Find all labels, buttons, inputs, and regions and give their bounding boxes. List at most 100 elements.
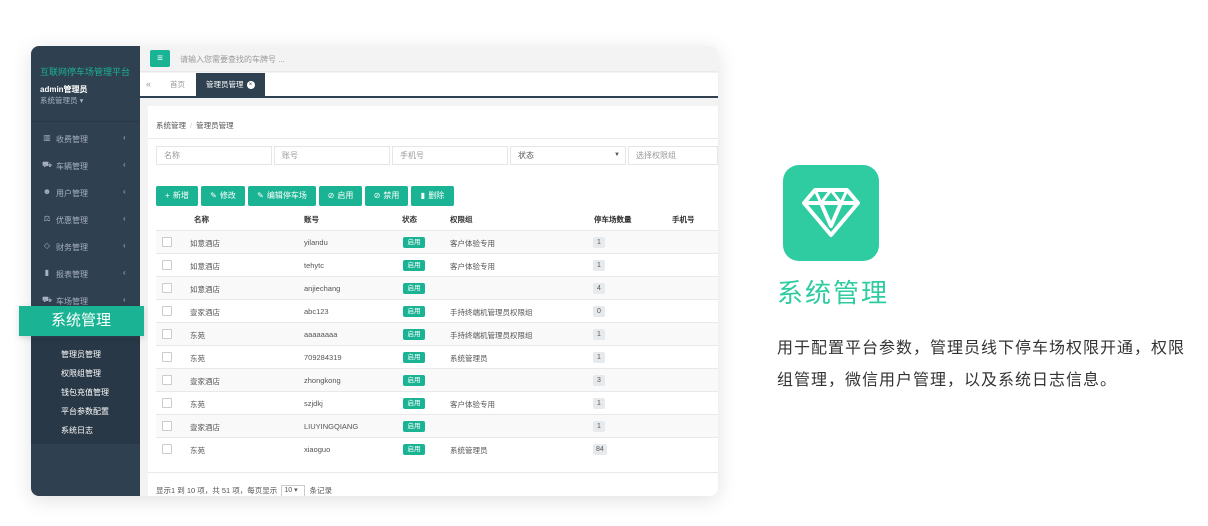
hamburger-menu-button[interactable]: ≡ (150, 50, 170, 67)
table-row[interactable]: 东苑 xiaoguo 启用 系统管理员 84 (156, 437, 718, 460)
column-header-lot-count[interactable]: 停车场数量 (594, 214, 632, 225)
column-header-permission-group[interactable]: 权限组 (450, 214, 473, 225)
lot-count-badge: 1 (593, 398, 605, 409)
table-row[interactable]: 如意酒店 anjiechang 启用 4 (156, 276, 718, 299)
sidebar-item-vehicles[interactable]: ⛟ 车辆管理 ‹ (31, 152, 140, 179)
sidebar-item-label: 优惠管理 (56, 216, 88, 225)
cell-group: 系统管理员 (450, 354, 488, 363)
edit-parking-lot-button[interactable]: ✎ 编辑停车场 (248, 186, 316, 206)
brand-title: 互联网停车场管理平台 (40, 67, 131, 77)
breadcrumb-separator: / (190, 121, 193, 130)
table-row[interactable]: 壹家酒店 abc123 启用 手持终端机管理员权限组 0 (156, 299, 718, 322)
cell-account: szjdkj (304, 399, 323, 408)
sidebar-item-label: 车辆管理 (56, 162, 88, 171)
user-role-dropdown[interactable]: 系统管理员 ▾ (40, 95, 83, 106)
status-badge: 启用 (403, 306, 425, 317)
cell-name: 如意酒店 (190, 262, 220, 271)
sidebar-item-finance[interactable]: ◇ 财务管理 ‹ (31, 233, 140, 260)
row-checkbox[interactable] (162, 329, 172, 339)
column-header-name[interactable]: 名称 (194, 214, 209, 225)
lot-count-badge: 1 (593, 260, 605, 271)
table-row[interactable]: 如意酒店 tehytc 启用 客户体验专用 1 (156, 253, 718, 276)
tab-home[interactable]: 首页 (160, 73, 195, 96)
pagination-info: 显示1 到 10 项，共 51 项，每页显示 10 ▾ 条记录 (156, 485, 332, 496)
bar-chart-icon: ▮ (44, 268, 50, 277)
status-badge: 启用 (403, 237, 425, 248)
edit-button[interactable]: ✎ 修改 (201, 186, 245, 206)
cell-name: 东苑 (190, 400, 205, 409)
promo-description: 用于配置平台参数，管理员线下停车场权限开通，权限组管理，微信用户管理，以及系统日… (777, 340, 1186, 389)
table-row[interactable]: 如意酒店 yilandu 启用 客户体验专用 1 (156, 230, 718, 253)
row-checkbox[interactable] (162, 283, 172, 293)
delete-button[interactable]: ▮ 删除 (411, 186, 454, 206)
table-row[interactable]: 东苑 aaaaaaaa 启用 手持终端机管理员权限组 1 (156, 322, 718, 345)
cell-name: 如意酒店 (190, 285, 220, 294)
cell-group: 手持终端机管理员权限组 (450, 331, 533, 340)
sidebar-item-billing[interactable]: ▥ 收费管理 ‹ (31, 125, 140, 152)
button-label: 启用 (337, 191, 354, 200)
row-checkbox[interactable] (162, 260, 172, 270)
page-size-select[interactable]: 10 ▾ (281, 485, 306, 496)
table-row[interactable]: 壹家酒店 zhongkong 启用 3 (156, 368, 718, 391)
disable-button[interactable]: ⊘ 禁用 (365, 186, 408, 206)
button-label: 编辑停车场 (266, 191, 307, 200)
page-size-value: 10 (284, 487, 293, 495)
button-label: 禁用 (383, 191, 400, 200)
column-header-status[interactable]: 状态 (402, 214, 417, 225)
user-name: admin管理员 (40, 85, 88, 94)
system-submenu: 管理员管理 权限组管理 钱包充值管理 平台参数配置 系统日志 (31, 338, 140, 444)
status-badge: 启用 (403, 352, 425, 363)
status-badge: 启用 (403, 329, 425, 340)
sidebar-item-discounts[interactable]: ⚖ 优惠管理 ‹ (31, 206, 140, 233)
pagination-prefix: 显示1 到 10 项，共 51 项，每页显示 (156, 486, 278, 495)
submenu-item-admins[interactable]: 管理员管理 (61, 349, 101, 360)
cell-name: 壹家酒店 (190, 377, 220, 386)
table-row[interactable]: 壹家酒店 LIUYINGQIANG 启用 1 (156, 414, 718, 437)
breadcrumb-item[interactable]: 系统管理 (156, 121, 186, 130)
sidebar-item-users[interactable]: ☻ 用户管理 ‹ (31, 179, 140, 206)
trash-icon: ▮ (420, 191, 426, 200)
row-checkbox[interactable] (162, 444, 172, 454)
plate-search-input[interactable] (180, 52, 480, 66)
tab-admin-management[interactable]: 管理员管理 × (196, 73, 265, 96)
sidebar-item-reports[interactable]: ▮ 报表管理 ‹ (31, 260, 140, 287)
table-row[interactable]: 东苑 szjdkj 启用 客户体验专用 1 (156, 391, 718, 414)
breadcrumb: 系统管理 / 管理员管理 (156, 120, 234, 131)
row-checkbox[interactable] (162, 352, 172, 362)
sidebar-item-label: 收费管理 (56, 135, 88, 144)
row-checkbox[interactable] (162, 375, 172, 385)
status-badge: 启用 (403, 444, 425, 455)
row-checkbox[interactable] (162, 398, 172, 408)
system-management-callout: 系统管理 (19, 306, 144, 336)
enable-button[interactable]: ⊘ 启用 (319, 186, 362, 206)
app-window: 互联网停车场管理平台 admin管理员 系统管理员 ▾ ▥ 收费管理 ‹ ⛟ 车… (31, 46, 718, 496)
add-button[interactable]: + 新增 (156, 186, 198, 206)
table-row[interactable]: 东苑 709284319 启用 系统管理员 1 (156, 345, 718, 368)
name-filter-input[interactable] (156, 146, 272, 165)
row-checkbox[interactable] (162, 421, 172, 431)
double-chevron-left-icon[interactable]: « (146, 79, 151, 89)
chevron-left-icon: ‹ (123, 268, 126, 277)
diamond-icon (802, 188, 860, 237)
column-header-phone[interactable]: 手机号 (672, 214, 695, 225)
close-icon[interactable]: × (246, 81, 255, 90)
dropdown-arrow-icon: ▼ (614, 152, 620, 158)
diamond-icon: ◇ (43, 241, 51, 250)
top-navbar: ≡ (140, 46, 718, 72)
submenu-item-system-log[interactable]: 系统日志 (61, 425, 93, 436)
column-header-account[interactable]: 账号 (304, 214, 319, 225)
tab-label: 首页 (170, 80, 185, 89)
barcode-icon: ▥ (43, 133, 51, 142)
status-badge: 启用 (403, 283, 425, 294)
account-filter-input[interactable] (274, 146, 390, 165)
submenu-item-wallet-recharge[interactable]: 钱包充值管理 (61, 387, 109, 398)
car-icon: ⛟ (42, 160, 53, 169)
submenu-item-permission-groups[interactable]: 权限组管理 (61, 368, 101, 379)
status-filter-select[interactable]: 状态 ▼ (510, 146, 626, 165)
row-checkbox[interactable] (162, 306, 172, 316)
ban-icon: ⊘ (373, 191, 381, 200)
permission-group-filter-input[interactable] (628, 146, 718, 165)
phone-filter-input[interactable] (392, 146, 508, 165)
submenu-item-platform-params[interactable]: 平台参数配置 (61, 406, 109, 417)
row-checkbox[interactable] (162, 237, 172, 247)
